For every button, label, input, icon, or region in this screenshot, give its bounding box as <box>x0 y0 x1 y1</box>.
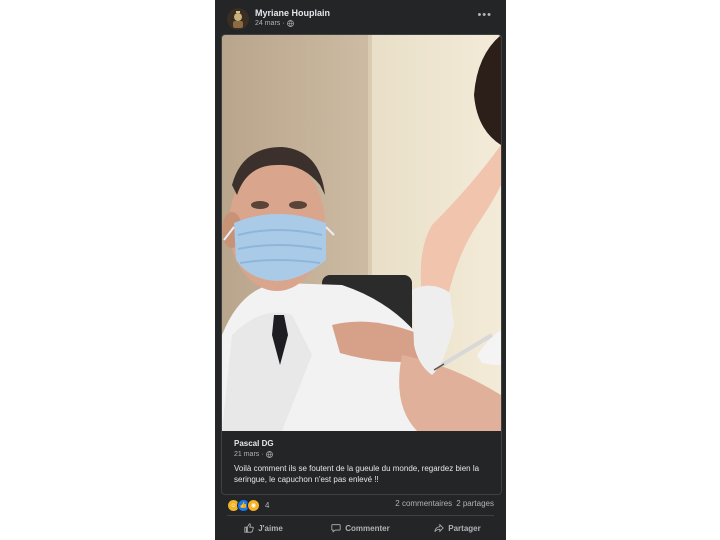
facebook-post: Myriane Houplain 24 mars · ••• Pascal DG… <box>215 0 506 540</box>
comment-label: Commenter <box>345 523 390 533</box>
post-photo[interactable] <box>222 35 501 431</box>
shared-post-date[interactable]: 21 mars <box>234 451 259 458</box>
avatar-image <box>227 8 249 30</box>
post-stats: ☺ 👍 ◉ 4 2 commentaires 2 partages <box>227 499 494 512</box>
meta-separator: · <box>261 451 264 458</box>
post-header: Myriane Houplain 24 mars · ••• <box>215 0 506 34</box>
comment-button[interactable]: Commenter <box>312 518 409 538</box>
like-label: J'aime <box>258 523 283 533</box>
engagement-counts: 2 commentaires 2 partages <box>395 499 494 508</box>
globe-icon <box>265 451 273 458</box>
post-meta: 24 mars · <box>255 20 294 27</box>
share-label: Partager <box>448 523 481 533</box>
shares-count[interactable]: 2 partages <box>456 499 494 508</box>
photo-image <box>222 35 501 431</box>
shared-post-text: Voilà comment ils se foutent de la gueul… <box>234 464 480 484</box>
action-bar: J'aime Commenter Partager <box>215 518 506 538</box>
shared-author-name[interactable]: Pascal DG <box>234 439 274 448</box>
wow-icon: ◉ <box>247 499 260 512</box>
like-button[interactable]: J'aime <box>215 518 312 538</box>
post-date[interactable]: 24 mars <box>255 20 280 27</box>
comment-icon <box>331 524 341 533</box>
author-name[interactable]: Myriane Houplain <box>255 8 330 18</box>
share-button[interactable]: Partager <box>409 518 506 538</box>
comments-count[interactable]: 2 commentaires <box>395 499 452 508</box>
thumbs-up-icon <box>244 523 254 533</box>
reaction-count: 4 <box>265 501 270 510</box>
meta-separator: · <box>282 20 285 27</box>
author-avatar[interactable] <box>227 8 249 30</box>
shared-post-card[interactable]: Pascal DG 21 mars · Voilà comment ils se… <box>221 34 502 495</box>
reactions-summary[interactable]: ☺ 👍 ◉ 4 <box>227 499 269 512</box>
shared-post-meta: 21 mars · <box>234 451 273 458</box>
ellipsis-icon[interactable]: ••• <box>477 9 492 21</box>
share-icon <box>434 523 445 533</box>
divider <box>227 515 494 516</box>
globe-icon <box>286 20 294 27</box>
